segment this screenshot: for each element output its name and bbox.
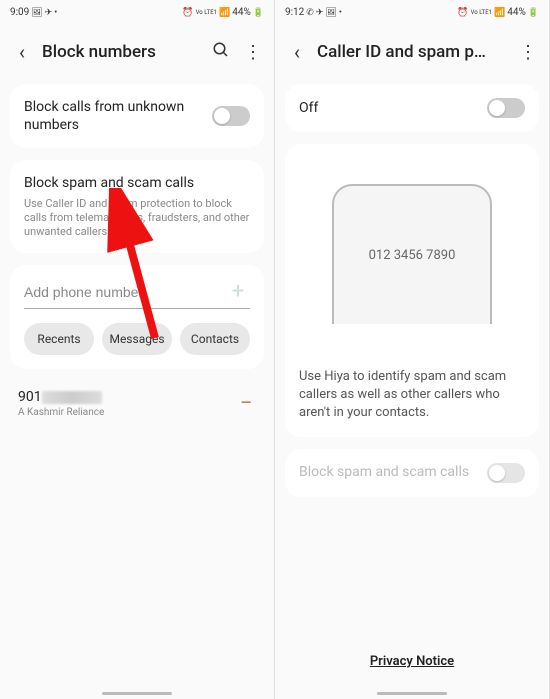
dot-icon: • <box>54 8 57 18</box>
more-icon[interactable]: ⋮ <box>244 42 262 63</box>
screen-block-numbers: 9:09 🖼 ✈ • ⏰ Vo LTE1 📶 44% 🔋 ‹ Block num… <box>0 0 275 699</box>
block-spam-toggle-card: Block spam and scam calls <box>285 449 539 497</box>
battery-icon: 🔋 <box>253 8 264 18</box>
battery-icon: 🔋 <box>528 8 539 18</box>
page-title: Block numbers <box>42 42 202 62</box>
block-unknown-toggle[interactable] <box>212 106 250 126</box>
off-toggle-card: Off <box>285 84 539 132</box>
privacy-notice-link[interactable]: Privacy Notice <box>275 634 549 699</box>
off-label: Off <box>299 99 318 117</box>
block-spam-toggle[interactable] <box>487 463 525 483</box>
image-icon: 🖼 <box>31 8 42 18</box>
more-icon[interactable]: ⋮ <box>519 42 537 63</box>
chip-contacts[interactable]: Contacts <box>180 323 250 355</box>
info-text: Use Hiya to identify spam and scam calle… <box>299 368 525 423</box>
image-icon: 🖼 <box>325 8 336 18</box>
remove-blocked-button[interactable]: − <box>236 391 256 416</box>
block-spam-label: Block spam and scam calls <box>299 463 469 481</box>
phone-preview-card: 012 3456 7890 <box>285 144 539 354</box>
volte-icon: Vo LTE1 <box>196 9 217 16</box>
page-title: Caller ID and spam p… <box>317 42 509 62</box>
add-number-button[interactable]: + <box>226 279 250 304</box>
screen-caller-id-spam: 9:12 ✆ ✈ 🖼 • ⏰ Vo LTE1 📶 44% 🔋 ‹ Caller … <box>275 0 550 699</box>
alarm-icon: ⏰ <box>457 8 468 18</box>
phone-mockup: 012 3456 7890 <box>332 184 492 324</box>
block-spam-title: Block spam and scam calls <box>24 174 250 192</box>
status-bar: 9:09 🖼 ✈ • ⏰ Vo LTE1 📶 44% 🔋 <box>0 0 274 22</box>
dot-icon: • <box>339 8 342 18</box>
chip-recents[interactable]: Recents <box>24 323 94 355</box>
send-icon: ✈ <box>45 8 53 18</box>
block-spam-card[interactable]: Block spam and scam calls Use Caller ID … <box>10 160 264 253</box>
home-indicator <box>377 692 447 695</box>
block-unknown-title: Block calls from unknown numbers <box>24 98 202 134</box>
header: ‹ Caller ID and spam p… ⋮ <box>275 22 549 78</box>
search-icon[interactable] <box>212 41 230 64</box>
status-time: 9:12 <box>285 7 304 18</box>
add-number-input[interactable] <box>24 280 226 304</box>
whatsapp-icon: ✆ <box>306 8 314 18</box>
blocked-number: 901 <box>18 389 236 405</box>
block-spam-desc: Use Caller ID and spam protection to blo… <box>24 197 250 240</box>
back-button[interactable]: ‹ <box>12 40 32 64</box>
status-bar: 9:12 ✆ ✈ 🖼 • ⏰ Vo LTE1 📶 44% 🔋 <box>275 0 549 22</box>
home-indicator <box>102 692 172 695</box>
signal-icon: 📶 <box>219 8 230 18</box>
battery-text: 44% <box>232 7 251 18</box>
battery-text: 44% <box>507 7 526 18</box>
add-number-card: + Recents Messages Contacts <box>10 265 264 369</box>
sample-number: 012 3456 7890 <box>369 248 456 263</box>
signal-icon: 📶 <box>494 8 505 18</box>
status-time: 9:09 <box>10 7 29 18</box>
master-toggle[interactable] <box>487 98 525 118</box>
chip-messages[interactable]: Messages <box>102 323 172 355</box>
blocked-label: A Kashmir Reliance <box>18 407 236 418</box>
blocked-number-row: 901 A Kashmir Reliance − <box>0 375 274 432</box>
redacted-number <box>42 391 102 404</box>
volte-icon: Vo LTE1 <box>471 9 492 16</box>
alarm-icon: ⏰ <box>182 8 193 18</box>
info-card: Use Hiya to identify spam and scam calle… <box>285 354 539 437</box>
back-button[interactable]: ‹ <box>287 40 307 64</box>
send-icon: ✈ <box>316 8 324 18</box>
header: ‹ Block numbers ⋮ <box>0 22 274 78</box>
block-unknown-card: Block calls from unknown numbers <box>10 84 264 148</box>
